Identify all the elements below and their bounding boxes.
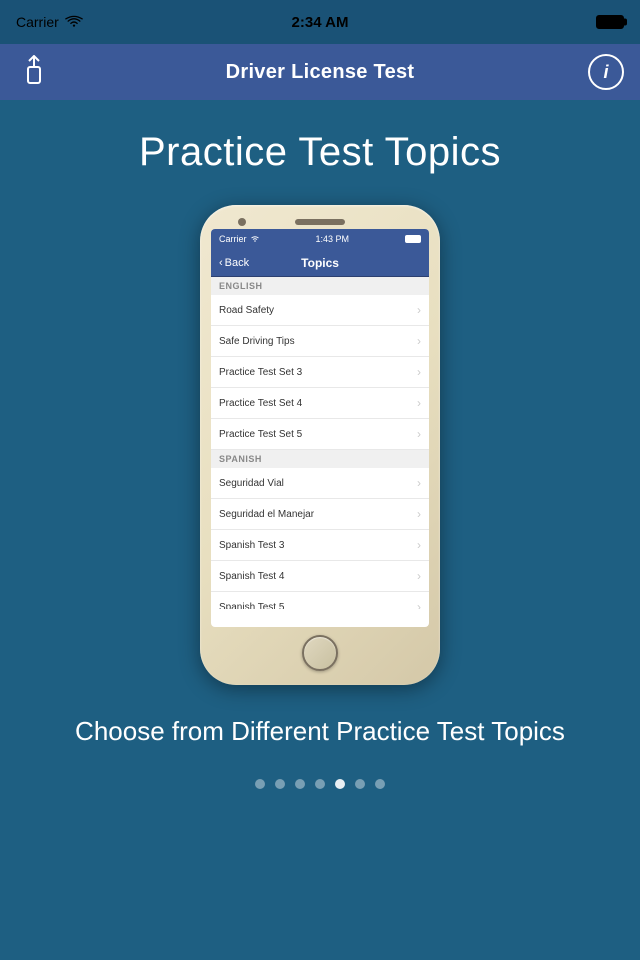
info-button[interactable]: i (588, 54, 624, 90)
inner-nav-title: Topics (301, 256, 339, 270)
carrier-text: Carrier (16, 14, 59, 30)
status-right (596, 15, 624, 29)
list-item[interactable]: Spanish Test 4 › (211, 561, 429, 592)
inner-wifi-icon (250, 235, 260, 243)
phone-mockup: Carrier 1:43 PM ‹ Back Topics (200, 205, 440, 685)
phone-top (208, 219, 432, 225)
inner-list: ENGLISH Road Safety › Safe Driving Tips … (211, 277, 429, 609)
list-item[interactable]: Road Safety › (211, 295, 429, 326)
list-item[interactable]: Seguridad el Manejar › (211, 499, 429, 530)
chevron-icon: › (417, 396, 421, 410)
bottom-description: Choose from Different Practice Test Topi… (55, 715, 585, 749)
inner-battery-icon (405, 235, 421, 243)
status-left: Carrier (16, 14, 83, 30)
inner-time: 1:43 PM (315, 234, 349, 244)
page-indicator-1[interactable] (255, 779, 265, 789)
chevron-icon: › (417, 507, 421, 521)
status-time: 2:34 AM (292, 14, 349, 31)
inner-nav: ‹ Back Topics (211, 249, 429, 277)
nav-bar: Driver License Test i (0, 44, 640, 100)
status-bar: Carrier 2:34 AM (0, 0, 640, 44)
page-indicator-4[interactable] (315, 779, 325, 789)
phone-camera (238, 218, 246, 226)
share-icon (20, 55, 48, 89)
inner-back-button[interactable]: ‹ Back (219, 257, 249, 269)
chevron-icon: › (417, 365, 421, 379)
chevron-icon: › (417, 303, 421, 317)
nav-title: Driver License Test (226, 61, 415, 84)
list-item[interactable]: Safe Driving Tips › (211, 326, 429, 357)
list-item[interactable]: Spanish Test 5 › (211, 592, 429, 609)
list-item[interactable]: Spanish Test 3 › (211, 530, 429, 561)
english-section-header: ENGLISH (211, 277, 429, 295)
chevron-icon: › (417, 427, 421, 441)
page-indicator-6[interactable] (355, 779, 365, 789)
main-content: Practice Test Topics Carrier 1:43 PM (0, 100, 640, 960)
battery-icon (596, 15, 624, 29)
chevron-icon: › (417, 600, 421, 609)
phone-screen: Carrier 1:43 PM ‹ Back Topics (211, 229, 429, 627)
inner-carrier: Carrier (219, 234, 247, 244)
phone-speaker (295, 219, 345, 225)
chevron-icon: › (417, 476, 421, 490)
page-title: Practice Test Topics (139, 130, 501, 175)
share-button[interactable] (16, 54, 52, 90)
list-item[interactable]: Practice Test Set 3 › (211, 357, 429, 388)
chevron-icon: › (417, 334, 421, 348)
chevron-icon: › (417, 569, 421, 583)
page-indicator-3[interactable] (295, 779, 305, 789)
home-button[interactable] (302, 635, 338, 671)
page-indicator-5[interactable] (335, 779, 345, 789)
chevron-icon: › (417, 538, 421, 552)
list-item[interactable]: Practice Test Set 4 › (211, 388, 429, 419)
phone-bottom (208, 635, 432, 671)
inner-status-bar: Carrier 1:43 PM (211, 229, 429, 249)
list-item[interactable]: Seguridad Vial › (211, 468, 429, 499)
page-indicators (255, 779, 385, 789)
inner-back-label: Back (225, 257, 249, 269)
wifi-icon (65, 15, 83, 29)
list-item[interactable]: Practice Test Set 5 › (211, 419, 429, 450)
page-indicator-2[interactable] (275, 779, 285, 789)
inner-status-left: Carrier (219, 234, 260, 244)
spanish-section-header: SPANISH (211, 450, 429, 468)
page-indicator-7[interactable] (375, 779, 385, 789)
